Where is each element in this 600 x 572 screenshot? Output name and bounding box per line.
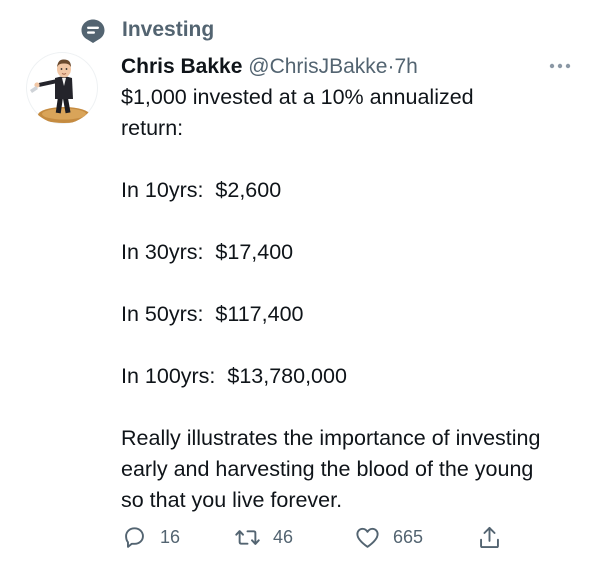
tweet-paragraph-intro: $1,000 invested at a 10% annualized retu… [121,85,474,140]
tweet-time[interactable]: 7h [394,55,417,78]
retweet-icon [235,529,260,545]
tweet-paragraph-100yrs: In 100yrs: $13,780,000 [121,364,347,388]
speech-bubble-icon [81,19,105,43]
tweet-paragraph-30yrs: In 30yrs: $17,400 [121,240,294,264]
retweet-button[interactable]: 46 [234,522,293,552]
author-handle[interactable]: @ChrisJBakke [248,55,387,78]
reply-count: 16 [160,526,181,547]
social-context[interactable]: Investing [80,16,214,46]
avatar[interactable] [26,52,98,124]
like-count: 665 [393,526,424,547]
share-button[interactable] [476,522,503,552]
tweet-header: Chris Bakke @ChrisJBakke·7h [121,52,560,82]
reply-button[interactable]: 16 [121,522,180,552]
tweet-paragraph-outro: Really illustrates the importance of inv… [121,426,541,512]
author-name[interactable]: Chris Bakke [121,55,242,78]
share-icon [480,526,499,548]
reply-icon [125,526,144,548]
tweet-paragraph-50yrs: In 50yrs: $117,400 [121,302,304,326]
avatar-cartoon-man-icon [30,59,90,123]
heart-icon [356,527,379,548]
context-label: Investing [122,18,215,41]
retweet-count: 46 [273,526,294,547]
tweet-actions: 16 46 665 [121,522,521,552]
more-dots-icon[interactable] [548,62,572,70]
like-button[interactable]: 665 [354,522,423,552]
tweet-paragraph-10yrs: In 10yrs: $2,600 [121,178,282,202]
